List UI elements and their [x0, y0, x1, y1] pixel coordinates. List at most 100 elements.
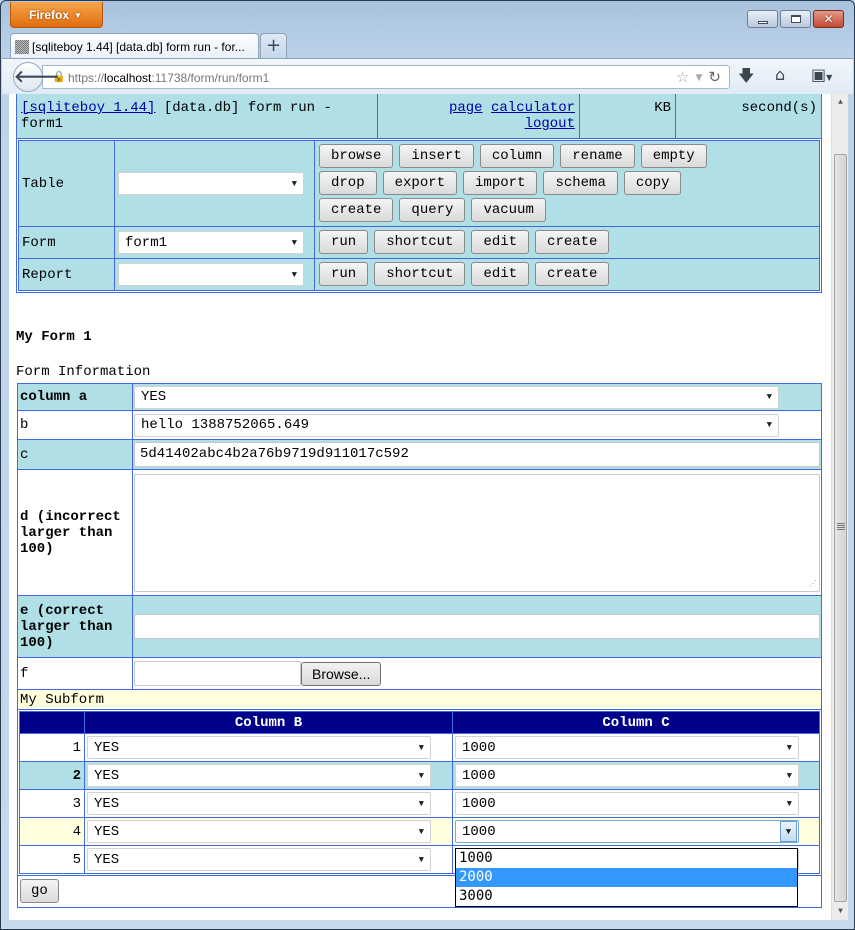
field-f-label: f — [17, 657, 133, 690]
dropdown-option-highlighted[interactable]: 2000 — [456, 868, 797, 887]
query-button[interactable]: query — [399, 198, 466, 222]
export-button[interactable]: export — [382, 171, 458, 195]
report-create-button[interactable]: create — [535, 262, 610, 286]
copy-button[interactable]: copy — [623, 171, 682, 195]
subform-header-column-c: Column C — [452, 711, 820, 734]
column-b-select[interactable]: YES ▼ — [87, 848, 431, 871]
table-select[interactable]: ▼ — [118, 172, 304, 195]
column-b-value: YES — [94, 851, 120, 868]
field-a-select[interactable]: YES ▼ — [134, 385, 779, 409]
field-d-textarea[interactable]: ⋰ — [134, 473, 820, 592]
report-shortcut-button[interactable]: shortcut — [374, 262, 466, 286]
browser-tab-active[interactable]: [sqliteboy 1.44] [data.db] form run - fo… — [10, 33, 259, 60]
bookmark-star-icon[interactable]: ☆ — [676, 68, 689, 86]
url-bar[interactable]: 🔒 https://localhost:11738/form/run/form1… — [42, 65, 730, 89]
browse-button[interactable]: browse — [319, 144, 394, 168]
form-edit-button[interactable]: edit — [471, 230, 530, 254]
firefox-menu-button[interactable]: Firefox ▼ — [10, 2, 103, 28]
chevron-down-icon: ▼ — [785, 826, 792, 837]
column-c-select[interactable]: 1000 ▼ — [455, 792, 799, 815]
scroll-down-arrow-icon[interactable]: ▼ — [832, 903, 849, 920]
column-b-select[interactable]: YES ▼ — [87, 736, 431, 759]
browse-file-button[interactable]: Browse... — [301, 661, 382, 686]
report-edit-button[interactable]: edit — [471, 262, 530, 286]
dropdown-toggle[interactable]: ▼ — [780, 821, 797, 842]
header-links-cell: page calculator logout — [377, 94, 580, 140]
calculator-link[interactable]: calculator — [491, 100, 575, 116]
table-select-cell: ▼ — [114, 140, 315, 227]
column-b-cell: YES ▼ — [84, 817, 453, 846]
field-e-label: e (correct larger than 100) — [17, 595, 133, 658]
go-button[interactable]: go — [20, 879, 59, 903]
drop-button[interactable]: drop — [319, 171, 377, 195]
tab-title: [sqliteboy 1.44] [data.db] form run - fo… — [32, 40, 245, 54]
reload-icon[interactable]: ↻ — [708, 68, 721, 86]
column-c-select[interactable]: 1000 ▼ — [455, 764, 799, 787]
field-c-cell: 5d41402abc4b2a76b9719d911017c592 — [132, 439, 822, 470]
report-select[interactable]: ▼ — [118, 263, 304, 286]
resize-grip-icon[interactable]: ⋰ — [809, 579, 817, 589]
form-shortcut-button[interactable]: shortcut — [374, 230, 466, 254]
subform-header-column-b: Column B — [84, 711, 453, 734]
chevron-down-icon: ▼ — [786, 742, 792, 753]
download-icon[interactable]: 🡇 — [738, 65, 754, 92]
scroll-up-arrow-icon[interactable]: ▲ — [832, 94, 849, 111]
column-c-cell: 1000 ▼ — [452, 817, 820, 846]
column-b-value: YES — [94, 823, 120, 840]
column-c-value: 1000 — [462, 795, 496, 812]
dropdown-option[interactable]: 3000 — [456, 887, 797, 906]
row-number: 1 — [19, 733, 85, 762]
field-e-input[interactable] — [134, 614, 820, 639]
form-create-button[interactable]: create — [535, 230, 610, 254]
column-c-select[interactable]: 1000 ▼ — [455, 736, 799, 759]
field-c-input[interactable]: 5d41402abc4b2a76b9719d911017c592 — [134, 442, 820, 467]
column-c-dropdown-list: 1000 2000 3000 — [455, 848, 798, 907]
close-icon: ✕ — [823, 12, 834, 26]
chevron-down-icon: ▼ — [291, 237, 297, 248]
app-home-link[interactable]: [sqliteboy 1.44] — [21, 100, 155, 116]
field-f-cell: Browse... — [132, 657, 822, 690]
column-button[interactable]: column — [479, 144, 555, 168]
field-row-b: b hello 1388752065.649 ▼ — [17, 410, 822, 440]
report-label: Report — [18, 258, 115, 291]
schema-button[interactable]: schema — [543, 171, 618, 195]
window-controls: ✕ — [747, 10, 844, 28]
field-b-select[interactable]: hello 1388752065.649 ▼ — [134, 413, 779, 437]
form-caption: Form Information — [16, 364, 151, 380]
back-arrow-icon: 🡐 — [14, 67, 60, 87]
grip-icon — [837, 523, 845, 531]
minimize-button[interactable] — [747, 10, 778, 28]
field-row-e: e (correct larger than 100) — [17, 595, 822, 658]
dropdown-option[interactable]: 1000 — [456, 849, 797, 868]
column-b-select[interactable]: YES ▼ — [87, 792, 431, 815]
vertical-scrollbar[interactable]: ▲ ▼ — [831, 94, 848, 920]
header-table: [sqliteboy 1.44] [data.db] form run - fo… — [16, 94, 822, 140]
logout-link[interactable]: logout — [525, 116, 575, 132]
report-run-button[interactable]: run — [319, 262, 369, 286]
vacuum-button[interactable]: vacuum — [471, 198, 546, 222]
maximize-button[interactable] — [780, 10, 811, 28]
back-button[interactable]: 🡐 — [13, 62, 60, 92]
rename-button[interactable]: rename — [560, 144, 635, 168]
close-window-button[interactable]: ✕ — [813, 10, 844, 28]
column-c-select-open[interactable]: 1000 ▼ — [455, 820, 799, 843]
form-select[interactable]: form1 ▼ — [118, 231, 304, 254]
field-e-cell — [132, 595, 822, 658]
empty-button[interactable]: empty — [640, 144, 707, 168]
field-row-c: c 5d41402abc4b2a76b9719d911017c592 — [17, 439, 822, 470]
form-run-button[interactable]: run — [319, 230, 369, 254]
import-button[interactable]: import — [463, 171, 538, 195]
home-icon[interactable]: ⌂ — [775, 65, 785, 84]
insert-button[interactable]: insert — [399, 144, 474, 168]
form-select-cell: form1 ▼ — [114, 226, 315, 259]
column-c-value: 1000 — [462, 823, 496, 840]
url-history-dropdown-icon[interactable]: ▼ — [696, 68, 703, 86]
column-b-select[interactable]: YES ▼ — [87, 764, 431, 787]
bookmarks-menu-icon[interactable]: ▣▼ — [811, 65, 832, 84]
create-table-button[interactable]: create — [319, 198, 394, 222]
new-tab-button[interactable]: + — [260, 33, 287, 58]
column-b-select[interactable]: YES ▼ — [87, 820, 431, 843]
size-unit: KB — [654, 100, 671, 116]
page-link[interactable]: page — [449, 100, 483, 116]
scrollbar-thumb[interactable] — [834, 154, 847, 902]
